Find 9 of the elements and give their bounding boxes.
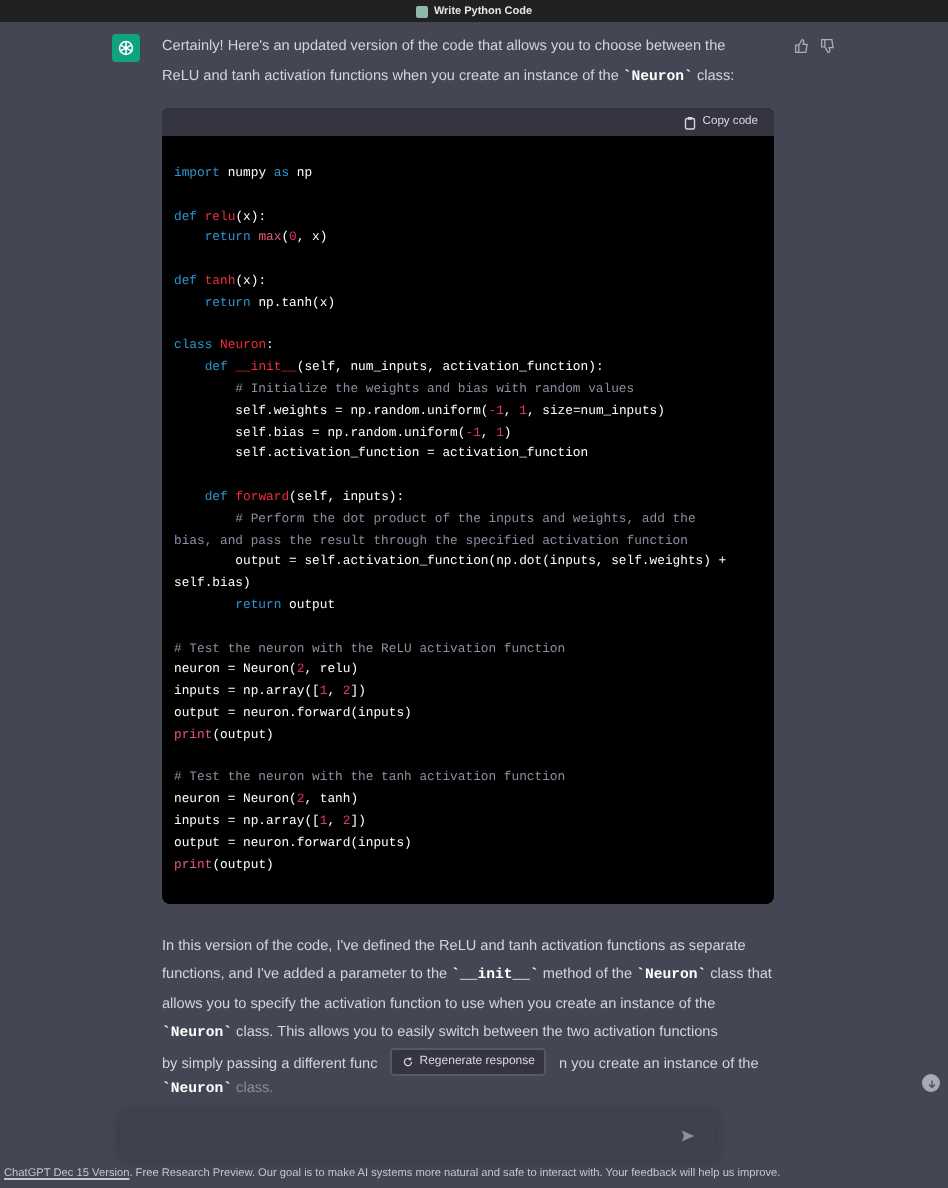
clipboard-icon bbox=[684, 115, 697, 129]
thumbs-down-icon[interactable] bbox=[820, 38, 836, 54]
refresh-icon bbox=[401, 1056, 414, 1069]
message-input-field[interactable] bbox=[120, 1112, 716, 1160]
assistant-avatar-icon bbox=[112, 34, 140, 62]
app-icon bbox=[415, 5, 428, 17]
send-icon[interactable] bbox=[680, 1128, 696, 1144]
thumbs-up-icon[interactable] bbox=[794, 38, 810, 54]
scroll-down-button[interactable] bbox=[922, 1074, 940, 1092]
